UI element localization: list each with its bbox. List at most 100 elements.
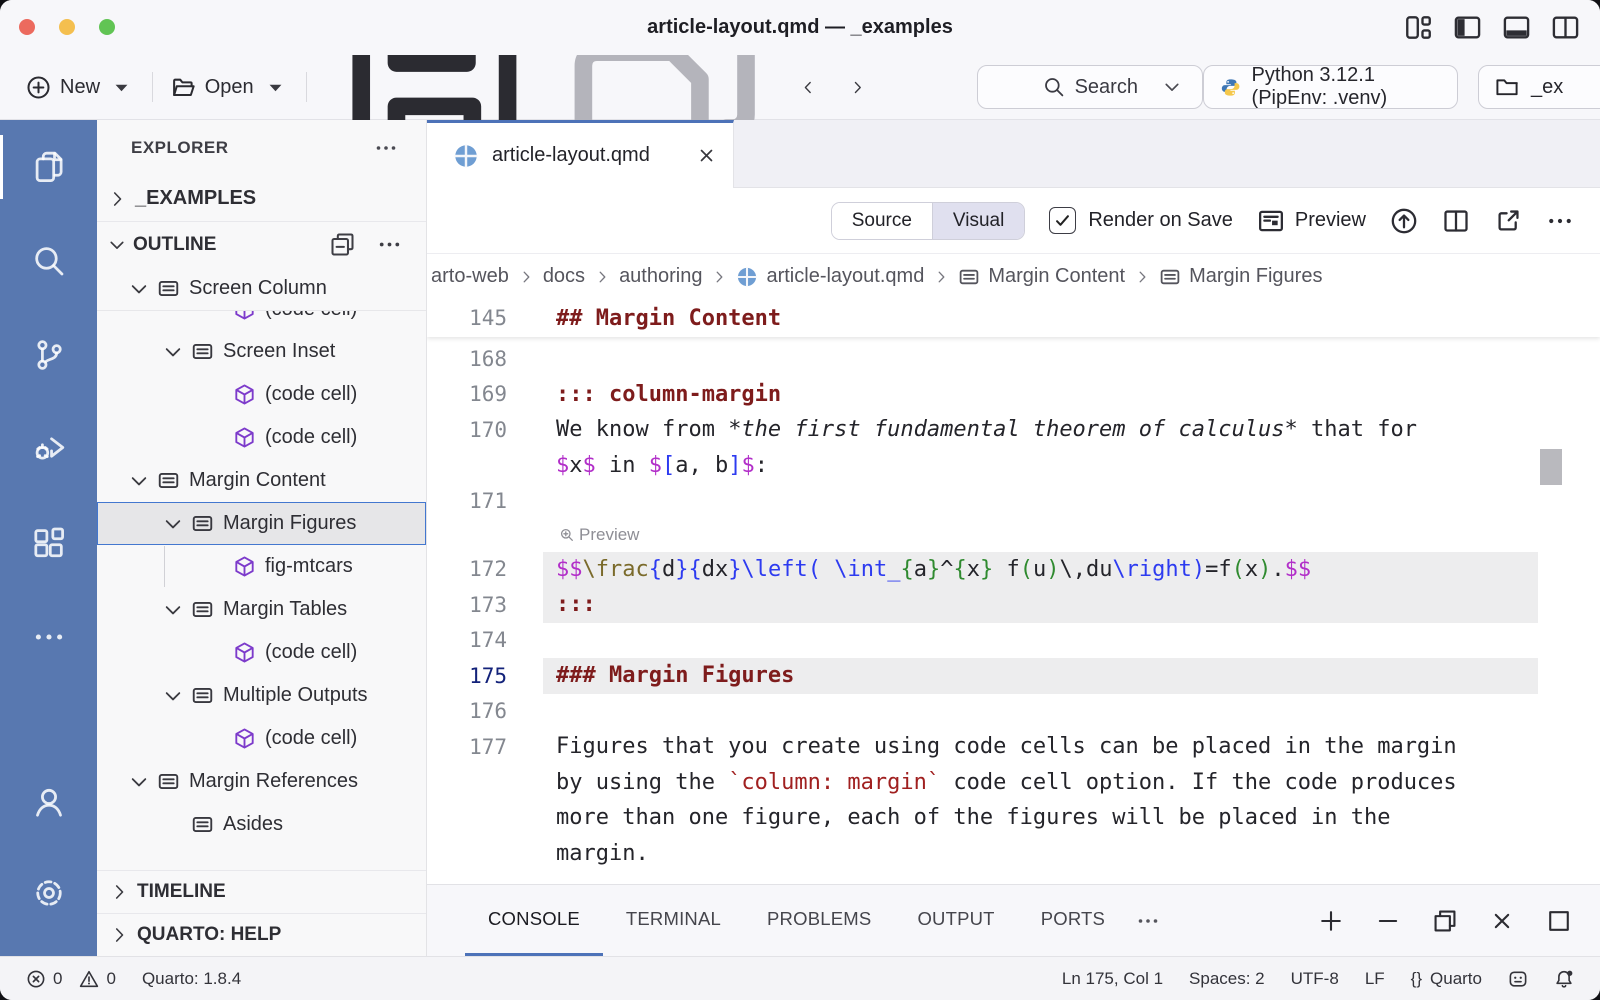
editor-more-icon[interactable] xyxy=(1546,207,1574,235)
activity-extensions[interactable] xyxy=(0,496,97,590)
visual-mode-button[interactable]: Visual xyxy=(933,203,1024,239)
code-line[interactable]: 145## Margin Content xyxy=(427,300,781,336)
line-number: 169 xyxy=(427,382,507,406)
new-button[interactable]: New xyxy=(20,75,140,100)
outline-item[interactable]: Asides xyxy=(97,803,426,846)
publish-icon[interactable] xyxy=(1390,207,1418,235)
activity-more[interactable] xyxy=(0,590,97,684)
explorer-more-icon[interactable] xyxy=(374,136,398,160)
quarto-help-section[interactable]: QUARTO: HELP xyxy=(97,913,426,956)
sticky-scroll-line[interactable]: 145## Margin Content xyxy=(427,299,1600,337)
code-line[interactable]: 173::: xyxy=(427,587,1600,623)
scrollbar-thumb[interactable] xyxy=(1540,449,1562,485)
eol-sequence[interactable]: LF xyxy=(1365,969,1385,989)
collapse-all-icon[interactable] xyxy=(330,232,355,257)
encoding[interactable]: UTF-8 xyxy=(1291,969,1339,989)
code-line[interactable]: 169::: column-margin xyxy=(427,377,1600,413)
open-button[interactable]: Open xyxy=(165,75,294,100)
breadcrumb-item[interactable]: article-layout.qmd xyxy=(736,265,924,288)
code-cell-icon xyxy=(233,641,256,664)
code-line[interactable]: 171 xyxy=(427,483,1600,519)
workspace-folder-row[interactable]: _EXAMPLES xyxy=(97,176,426,222)
close-button[interactable] xyxy=(19,19,35,35)
activity-account[interactable] xyxy=(0,756,97,847)
search-box[interactable]: Search xyxy=(977,65,1203,109)
outline-item[interactable]: Margin Figures xyxy=(97,502,426,545)
toggle-secondary-sidebar-icon[interactable] xyxy=(1551,13,1580,42)
interpreter-selector[interactable]: Python 3.12.1 (PipEnv: .venv) xyxy=(1203,65,1458,109)
activity-explorer[interactable] xyxy=(0,120,97,214)
activity-settings[interactable] xyxy=(0,847,97,938)
preview-code-lens[interactable]: Preview xyxy=(427,519,1600,552)
indentation[interactable]: Spaces: 2 xyxy=(1189,969,1265,989)
timeline-section[interactable]: TIMELINE xyxy=(97,870,426,913)
code-editor[interactable]: 145## Margin Content 168169::: column-ma… xyxy=(427,299,1600,884)
code-line[interactable]: by using the `column: margin` code cell … xyxy=(427,765,1600,801)
restore-panel-icon[interactable] xyxy=(1432,908,1458,934)
breadcrumb-item[interactable]: Margin Content xyxy=(958,265,1125,288)
panel-tab-ports[interactable]: PORTS xyxy=(1018,885,1128,956)
toggle-sidebar-icon[interactable] xyxy=(1453,13,1482,42)
panel-tab-console[interactable]: CONSOLE xyxy=(465,885,603,956)
outline-header[interactable]: OUTLINE xyxy=(97,222,426,267)
code-line[interactable]: 168 xyxy=(427,341,1600,377)
toggle-panel-icon[interactable] xyxy=(1502,13,1531,42)
outline-item[interactable]: Margin References xyxy=(97,760,426,803)
panel-more-icon[interactable] xyxy=(1136,909,1160,933)
outline-item[interactable]: fig-mtcars xyxy=(97,545,426,588)
problems-status[interactable]: 0 0 xyxy=(26,969,116,989)
project-selector[interactable]: _ex xyxy=(1478,65,1600,109)
zoom-button[interactable] xyxy=(99,19,115,35)
outline-item[interactable]: (code cell) xyxy=(97,631,426,674)
preview-button[interactable]: Preview xyxy=(1257,207,1366,235)
outline-item[interactable]: Screen Column xyxy=(97,267,426,310)
navigate-forward-icon[interactable] xyxy=(849,76,866,99)
source-mode-button[interactable]: Source xyxy=(832,203,933,239)
notifications-bell-icon[interactable] xyxy=(1554,969,1574,989)
timeline-title: TIMELINE xyxy=(137,881,226,903)
code-line[interactable]: 172$$\frac{d}{dx}\left( \int_{a}^{x} f(u… xyxy=(427,552,1600,588)
panel-tab-output[interactable]: OUTPUT xyxy=(894,885,1017,956)
activity-search[interactable] xyxy=(0,214,97,308)
outline-item[interactable]: Margin Content xyxy=(97,459,426,502)
outline-item[interactable]: (code cell) xyxy=(97,717,426,760)
code-line[interactable]: margin. xyxy=(427,836,1600,872)
code-line[interactable]: 174 xyxy=(427,623,1600,659)
code-line[interactable]: 175### Margin Figures xyxy=(427,658,1600,694)
breadcrumb-item[interactable]: docs xyxy=(543,265,585,288)
minimize-panel-icon[interactable] xyxy=(1375,908,1401,934)
outline-item[interactable]: (code cell) xyxy=(97,416,426,459)
split-editor-icon[interactable] xyxy=(1442,207,1470,235)
close-panel-icon[interactable] xyxy=(1489,908,1515,934)
render-on-save-checkbox[interactable] xyxy=(1049,207,1076,234)
maximize-panel-icon[interactable] xyxy=(1546,908,1572,934)
open-in-new-window-icon[interactable] xyxy=(1494,207,1522,235)
cursor-position[interactable]: Ln 175, Col 1 xyxy=(1062,969,1163,989)
code-line[interactable]: 176 xyxy=(427,694,1600,730)
panel-tab-problems[interactable]: PROBLEMS xyxy=(744,885,894,956)
code-line[interactable]: $x$ in $[a, b]$: xyxy=(427,448,1600,484)
outline-item[interactable]: Margin Tables xyxy=(97,588,426,631)
new-console-icon[interactable] xyxy=(1318,908,1344,934)
breadcrumb-item[interactable]: arto-web xyxy=(431,265,509,288)
outline-item[interactable]: Screen Inset xyxy=(97,330,426,373)
code-line[interactable]: more than one figure, each of the figure… xyxy=(427,800,1600,836)
panel-tab-terminal[interactable]: TERMINAL xyxy=(603,885,744,956)
code-line[interactable]: 170We know from *the first fundamental t… xyxy=(427,412,1600,448)
breadcrumb-item[interactable]: authoring xyxy=(619,265,702,288)
activity-run-debug[interactable] xyxy=(0,402,97,496)
code-line[interactable]: 177Figures that you create using code ce… xyxy=(427,729,1600,765)
activity-source-control[interactable] xyxy=(0,308,97,402)
outline-item[interactable]: (code cell) xyxy=(97,373,426,416)
navigate-back-icon[interactable] xyxy=(800,76,817,99)
customize-layout-icon[interactable] xyxy=(1404,13,1433,42)
quarto-version[interactable]: Quarto: 1.8.4 xyxy=(142,969,241,989)
language-mode[interactable]: {}Quarto xyxy=(1411,969,1482,989)
editor-tab[interactable]: article-layout.qmd xyxy=(427,120,734,188)
close-tab-icon[interactable] xyxy=(696,145,717,166)
minimize-button[interactable] xyxy=(59,19,75,35)
outline-more-icon[interactable] xyxy=(377,232,402,257)
breadcrumb-item[interactable]: Margin Figures xyxy=(1159,265,1322,288)
outline-item[interactable]: Multiple Outputs xyxy=(97,674,426,717)
feedback-icon[interactable] xyxy=(1508,969,1528,989)
